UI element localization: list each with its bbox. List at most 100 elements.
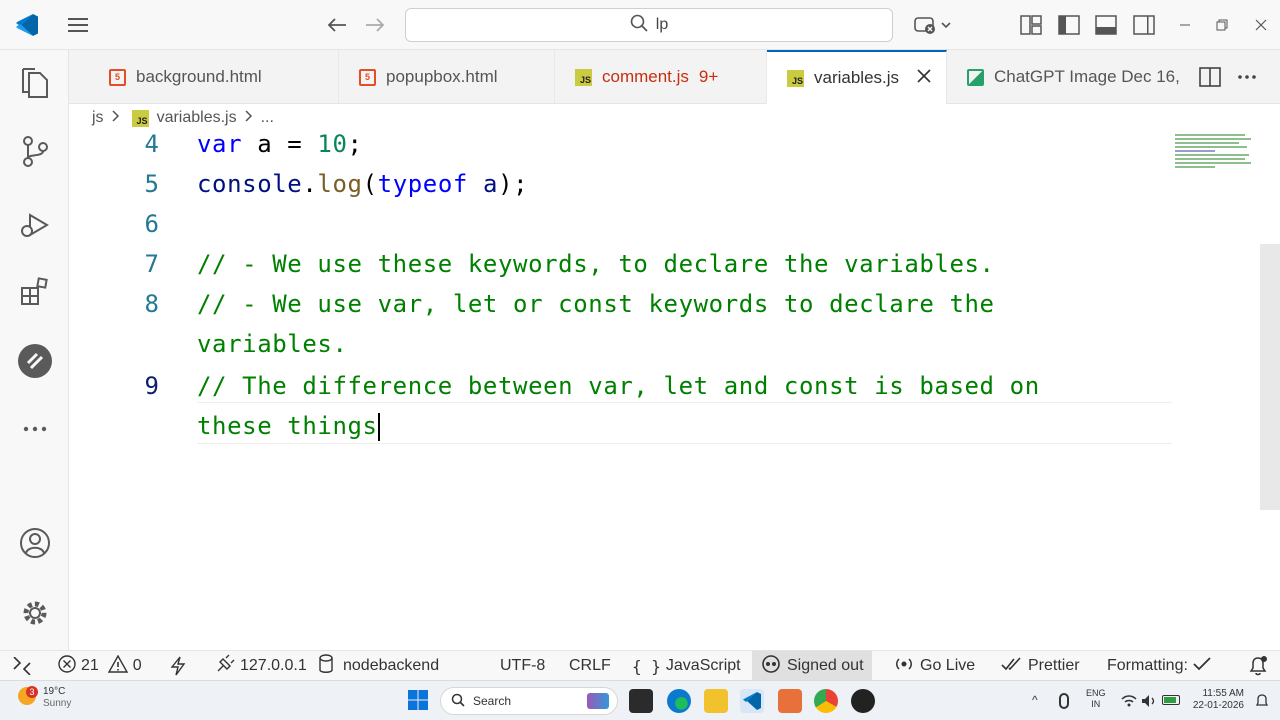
broadcast-icon: [893, 655, 915, 678]
editor-tabs: 5 background.html 5 popupbox.html JS com…: [69, 50, 1280, 104]
encoding-selector[interactable]: UTF-8: [500, 651, 545, 681]
chevron-right-icon: [245, 109, 253, 127]
vscode-taskbar-icon[interactable]: [740, 689, 764, 713]
wifi-icon[interactable]: [1121, 694, 1137, 712]
search-icon: [451, 693, 465, 710]
restore-icon[interactable]: [1209, 12, 1235, 38]
breadcrumb: js JS variables.js ...: [69, 104, 1280, 132]
forward-arrow-icon[interactable]: [362, 12, 388, 38]
line-number: 4: [144, 130, 159, 158]
taskbar-search-box[interactable]: Search: [440, 687, 618, 715]
code-line-9: // The difference between var, let and c…: [197, 372, 1040, 400]
double-check-icon: [1001, 655, 1023, 678]
search-highlight-icon: [587, 693, 609, 709]
braces-icon: { }: [632, 656, 661, 676]
code-editor[interactable]: 4 5 6 7 8 9 var a = 10; console.log(type…: [69, 130, 1280, 650]
tab-background-html[interactable]: 5 background.html: [89, 50, 339, 104]
explorer-icon[interactable]: [16, 64, 54, 102]
extensions-icon[interactable]: [16, 272, 54, 310]
windows-start-icon[interactable]: [407, 689, 431, 713]
tab-label: ChatGPT Image Dec 16,: [994, 67, 1180, 86]
more-views-icon[interactable]: [16, 410, 54, 448]
edge-browser-icon[interactable]: [667, 689, 691, 713]
back-arrow-icon[interactable]: [324, 12, 350, 38]
prettier-status[interactable]: Prettier: [1001, 651, 1080, 681]
command-center-search[interactable]: lp: [405, 8, 893, 42]
formatting-status[interactable]: Formatting:: [1107, 651, 1211, 681]
breadcrumb-file[interactable]: variables.js: [157, 109, 237, 127]
copilot-status-icon: [760, 654, 782, 679]
plug-icon: [215, 654, 235, 679]
copilot-icon[interactable]: [912, 12, 952, 38]
tab-label: popupbox.html: [386, 67, 498, 86]
code-line-8-wrap: variables.: [197, 330, 348, 358]
tab-chatgpt-image[interactable]: ChatGPT Image Dec 16,: [947, 50, 1187, 104]
language-mode-selector[interactable]: { } JavaScript: [632, 651, 741, 681]
notification-center-icon[interactable]: [1255, 693, 1269, 714]
code-line-4: var a = 10;: [197, 130, 363, 158]
search-text: lp: [655, 16, 669, 33]
database-icon: [318, 653, 334, 679]
tab-comment-js[interactable]: JS comment.js 9+: [555, 50, 767, 104]
toggle-primary-sidebar-icon[interactable]: [1056, 12, 1082, 38]
remote-explorer-icon[interactable]: [16, 342, 54, 380]
remote-indicator-icon[interactable]: [12, 651, 32, 681]
split-editor-icon[interactable]: [1197, 64, 1223, 90]
toggle-panel-icon[interactable]: [1093, 12, 1119, 38]
status-bar: 21 0 127.0.0.1 nodebackend UTF-8 CRLF { …: [0, 650, 1280, 681]
html-file-icon: 5: [109, 68, 126, 86]
tab-label: variables.js: [814, 68, 900, 87]
vscode-logo-icon: [14, 12, 40, 38]
problem-count-badge: 9+: [698, 67, 719, 86]
tab-variables-js[interactable]: JS variables.js: [767, 50, 947, 104]
weather-widget[interactable]: 19°C Sunny: [43, 686, 71, 710]
battery-icon[interactable]: [1162, 695, 1180, 705]
task-view-icon[interactable]: [629, 689, 653, 713]
settings-gear-icon[interactable]: [16, 594, 54, 632]
live-server-host[interactable]: 127.0.0.1: [215, 651, 307, 681]
chrome-icon[interactable]: [814, 689, 838, 713]
xampp-icon[interactable]: [778, 689, 802, 713]
line-number: 5: [144, 170, 159, 198]
windows-taskbar: 3 19°C Sunny Search ^ ENG IN 11:55 AM 22…: [0, 680, 1280, 720]
system-clock[interactable]: 11:55 AM 22-01-2026: [1188, 688, 1244, 712]
vertical-scrollbar[interactable]: [1260, 244, 1280, 510]
lightning-icon[interactable]: [170, 651, 186, 681]
breadcrumb-folder[interactable]: js: [92, 109, 104, 127]
go-live-button[interactable]: Go Live: [893, 651, 975, 681]
line-number: 9: [144, 372, 159, 400]
close-tab-icon[interactable]: [917, 68, 931, 88]
close-window-icon[interactable]: [1248, 12, 1274, 38]
eol-selector[interactable]: CRLF: [569, 651, 611, 681]
minimize-icon[interactable]: [1172, 12, 1198, 38]
more-actions-icon[interactable]: [1234, 64, 1260, 90]
code-line-9-wrap: these things: [197, 412, 380, 441]
code-line-7: // - We use these keywords, to declare t…: [197, 250, 995, 278]
customize-layout-icon[interactable]: [1018, 12, 1044, 38]
code-line-8: // - We use var, let or const keywords t…: [197, 290, 995, 318]
notifications-bell-icon[interactable]: [1247, 651, 1269, 681]
volume-icon[interactable]: [1141, 694, 1157, 713]
breadcrumb-more[interactable]: ...: [261, 109, 274, 127]
show-hidden-icons-chevron-icon[interactable]: ^: [1032, 693, 1038, 707]
html-file-icon: 5: [359, 68, 376, 86]
account-status[interactable]: Signed out: [752, 651, 872, 681]
run-debug-icon[interactable]: [16, 206, 54, 244]
tab-popupbox-html[interactable]: 5 popupbox.html: [339, 50, 555, 104]
error-icon: [58, 654, 76, 678]
language-indicator[interactable]: ENG IN: [1086, 688, 1106, 710]
menu-icon[interactable]: [65, 12, 91, 38]
toggle-secondary-sidebar-icon[interactable]: [1131, 12, 1157, 38]
account-icon[interactable]: [16, 524, 54, 562]
error-count: 21: [81, 657, 99, 674]
vscode-window: lp 5 background.html 5 popupbox.html JS …: [0, 0, 1280, 720]
microphone-icon[interactable]: [1059, 693, 1069, 709]
github-desktop-icon[interactable]: [851, 689, 875, 713]
minimap[interactable]: [1173, 132, 1257, 172]
line-number: 8: [144, 290, 159, 318]
source-control-icon[interactable]: [16, 132, 54, 170]
file-explorer-icon[interactable]: [704, 689, 728, 713]
tab-label: background.html: [136, 67, 262, 86]
database-connection[interactable]: nodebackend: [318, 651, 439, 681]
problems-indicator[interactable]: 21 0: [58, 651, 142, 681]
